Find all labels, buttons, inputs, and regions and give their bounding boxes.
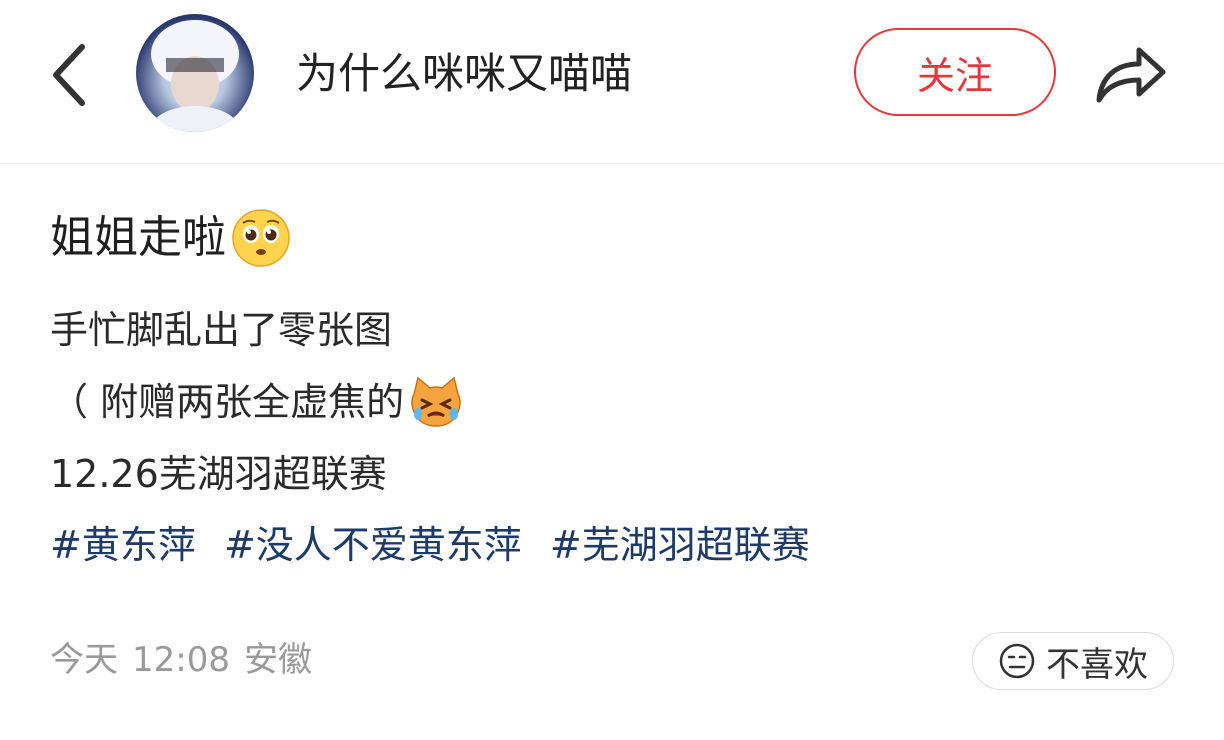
post-location: 安徽 [243,640,312,680]
content-text-2: （ 附赠两张全虚焦的 [50,380,405,424]
post-date: 今天 [50,640,118,680]
follow-button-label: 关注 [916,53,993,98]
hashtag-item[interactable]: #芜湖羽超联赛 [550,523,810,567]
pleading-face-emoji [232,209,290,267]
post-title: 姐姐走啦 [50,205,292,271]
back-button[interactable] [40,40,96,110]
content-text-1: 手忙脚乱出了零张图 [50,308,393,352]
avatar-image [149,20,241,132]
avatar[interactable] [136,14,254,132]
content-line-1: 手忙脚乱出了零张图 [50,304,392,356]
share-button[interactable] [1090,36,1170,108]
hashtag-item[interactable]: #没人不爱黄东萍 [224,523,522,567]
hashtag-item[interactable]: #黄东萍 [50,523,196,567]
dislike-button[interactable]: 不喜欢 [972,632,1174,690]
content-line-3: 12.26芜湖羽超联赛 [50,448,387,500]
post-meta: 今天 12:08 安徽 [50,634,326,686]
username[interactable]: 为什么咪咪又喵喵 [296,44,632,104]
post-title-text: 姐姐走啦 [50,212,226,263]
dislike-label: 不喜欢 [1046,644,1148,685]
hashtag-list: #黄东萍 #没人不爱黄东萍 #芜湖羽超联赛 [50,518,826,572]
share-arrow-icon [1096,47,1166,103]
post-header: 为什么咪咪又喵喵 关注 [0,0,1224,164]
back-arrow-icon [53,44,85,106]
post-time: 12:08 [132,640,230,680]
crying-cat-emoji [411,376,461,427]
content-text-3: 12.26芜湖羽超联赛 [50,452,387,496]
neutral-face-icon [999,643,1035,679]
follow-button[interactable]: 关注 [854,28,1056,116]
content-line-2: （ 附赠两张全虚焦的 [50,376,464,428]
